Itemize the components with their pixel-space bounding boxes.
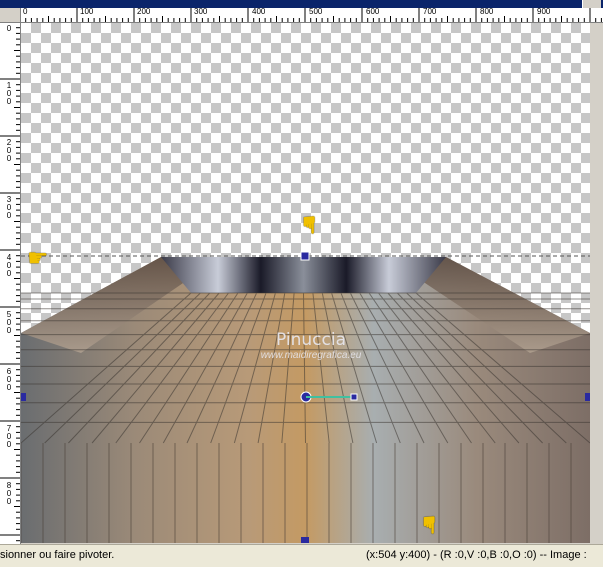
vruler-label-800: 800 xyxy=(6,481,12,506)
image-canvas[interactable]: Pinuccia www.maidiregrafica.eu ☛ ☛ ☛ xyxy=(21,23,590,543)
window-titlebar-strip xyxy=(0,0,603,8)
close-button[interactable] xyxy=(582,0,601,8)
ruler-label-200: 200 xyxy=(137,8,151,16)
ruler-corner xyxy=(0,8,21,23)
vruler-label-300: 300 xyxy=(6,195,12,220)
watermark: Pinuccia www.maidiregrafica.eu xyxy=(231,330,391,361)
hand-pointer-down-icon: ☛ xyxy=(414,514,442,536)
ruler-label-700: 700 xyxy=(423,8,437,16)
vruler-label-100: 100 xyxy=(6,81,12,106)
left-handle[interactable] xyxy=(21,393,26,401)
ruler-label-0: 0 xyxy=(23,8,28,16)
horizontal-ruler[interactable]: 0 100 200 300 400 500 600 700 800 900 xyxy=(20,8,603,23)
bottom-handle[interactable] xyxy=(301,537,309,543)
ruler-label-900: 900 xyxy=(537,8,551,16)
vruler-label-200: 200 xyxy=(6,138,12,163)
status-bar: sionner ou faire pivoter. (x:504 y:400) … xyxy=(0,544,603,567)
hand-pointer-right-icon: ☛ xyxy=(27,245,49,272)
ruler-label-600: 600 xyxy=(366,8,380,16)
ruler-label-300: 300 xyxy=(194,8,208,16)
vruler-label-500: 500 xyxy=(6,310,12,335)
ruler-label-100: 100 xyxy=(80,8,94,16)
rotation-handle[interactable] xyxy=(350,393,358,401)
ruler-label-800: 800 xyxy=(480,8,494,16)
top-center-handle[interactable] xyxy=(300,251,310,261)
right-scroll-edge[interactable] xyxy=(590,23,603,543)
vertical-ruler[interactable]: 0 100 200 300 400 500 600 700 800 xyxy=(0,22,21,544)
ruler-label-500: 500 xyxy=(309,8,323,16)
status-readout: (x:504 y:400) - (R :0,V :0,B :0,O :0) --… xyxy=(366,549,587,561)
vruler-label-400: 400 xyxy=(6,253,12,278)
vruler-label-600: 600 xyxy=(6,367,12,392)
status-hint: sionner ou faire pivoter. xyxy=(0,549,115,561)
perspective-floor-layer[interactable] xyxy=(21,23,590,543)
watermark-title: Pinuccia xyxy=(276,330,346,350)
hand-pointer-down-icon: ☛ xyxy=(294,214,322,236)
vruler-label-0: 0 xyxy=(6,24,12,33)
watermark-url: www.maidiregrafica.eu xyxy=(260,350,362,361)
ruler-label-400: 400 xyxy=(252,8,266,16)
vruler-label-700: 700 xyxy=(6,424,12,449)
back-wall xyxy=(161,257,446,293)
